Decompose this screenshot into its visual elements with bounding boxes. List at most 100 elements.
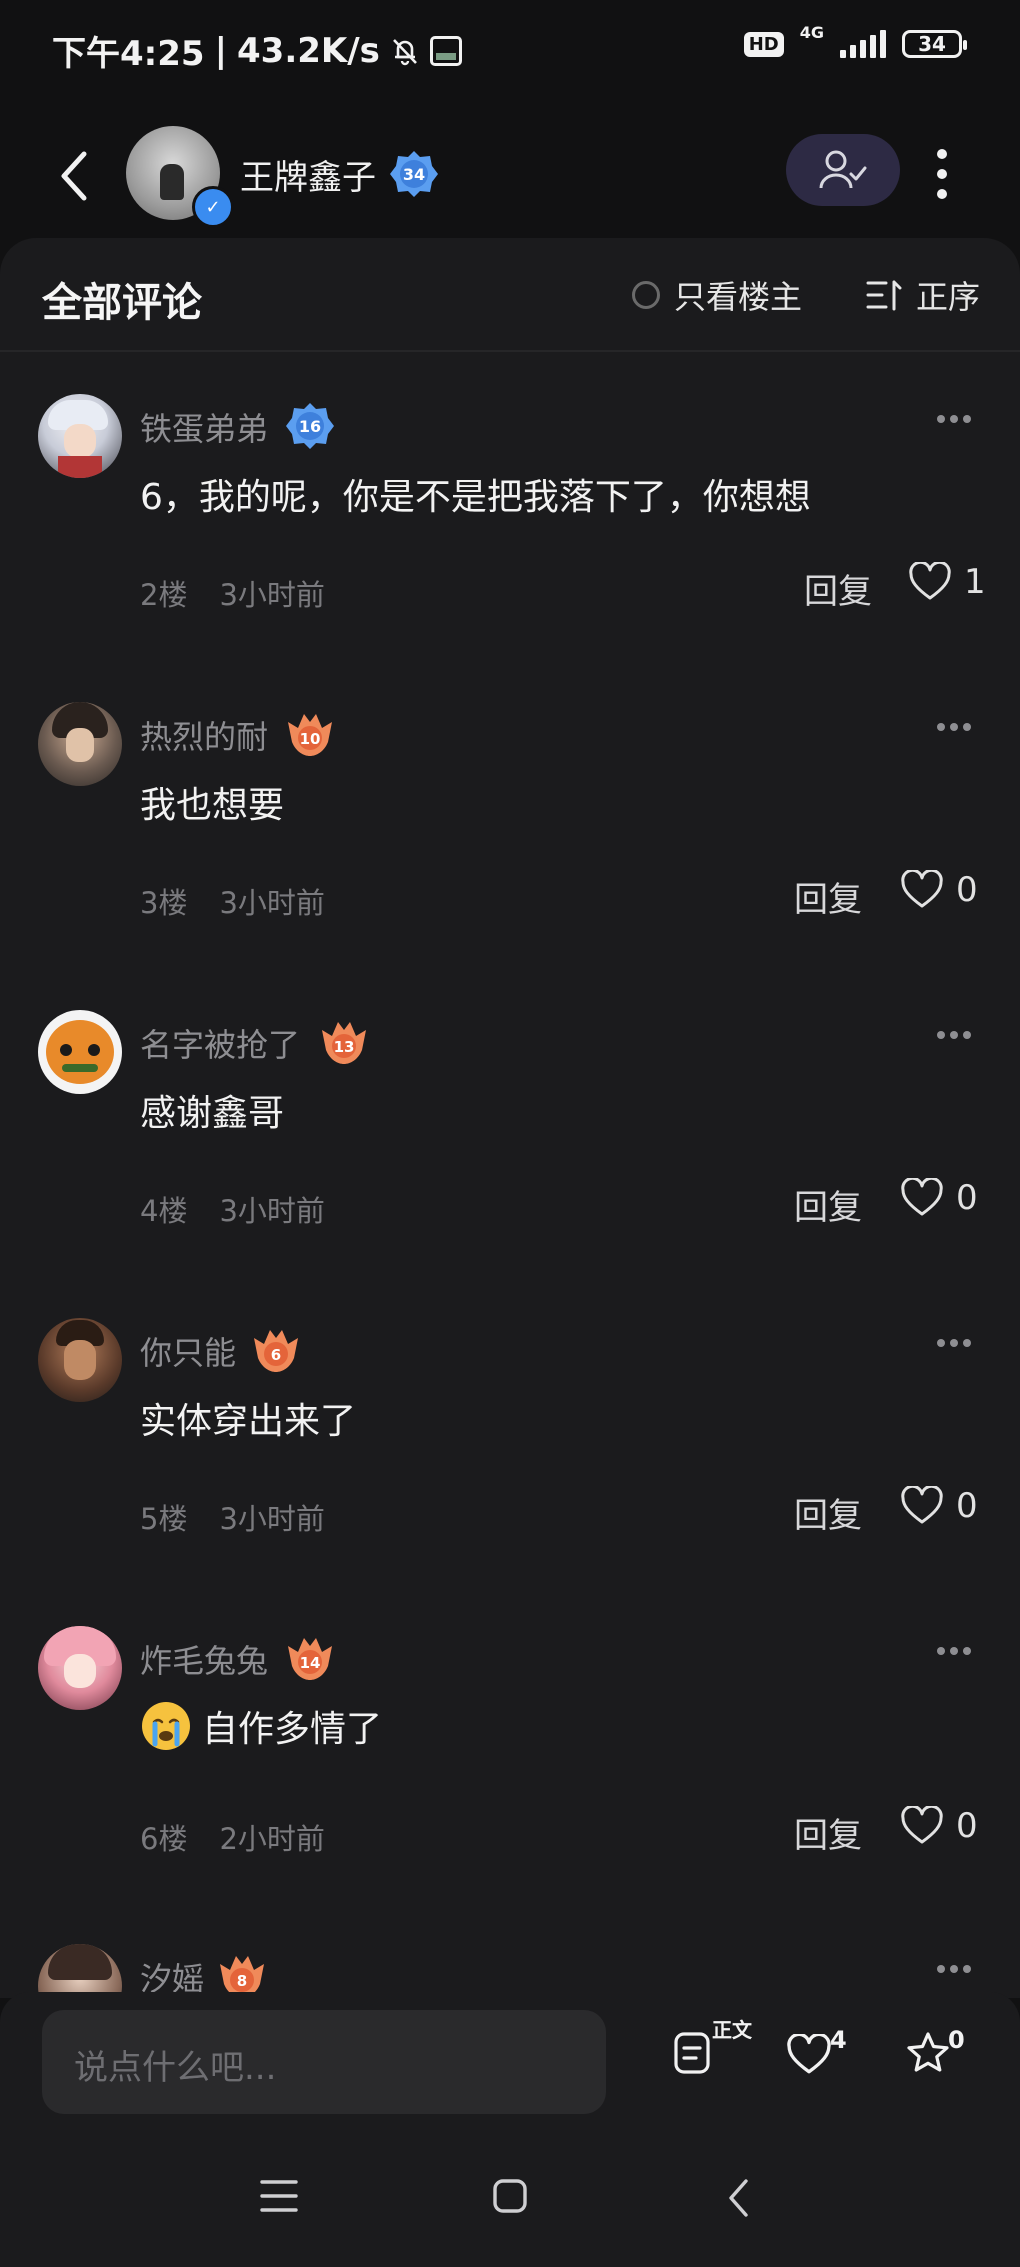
user-check-icon <box>819 150 867 189</box>
battery-level: 34 <box>918 32 946 56</box>
commenter-name[interactable]: 铁蛋弟弟 <box>140 404 268 450</box>
level-badge: 14 <box>284 1632 336 1688</box>
comment-text: 6，我的呢，你是不是把我落下了，你想想 <box>140 468 811 520</box>
signal-icon <box>840 30 886 58</box>
battery-icon: 34 <box>902 30 967 58</box>
comments-panel: 全部评论 只看楼主 正序 铁蛋弟弟 16 6，我的呢，你是不是把我落下了，你想想… <box>0 238 1020 1998</box>
reply-button[interactable]: 回复 <box>794 1808 862 1857</box>
heart-icon <box>901 870 943 908</box>
status-divider: | <box>214 30 227 71</box>
more-icon[interactable] <box>936 1964 972 1974</box>
article-button[interactable] <box>672 2030 714 2080</box>
like-post-button[interactable] <box>786 2032 832 2080</box>
comment-time: 3小时前 <box>219 886 325 920</box>
favorite-button[interactable] <box>904 2030 952 2080</box>
comment-input[interactable]: 说点什么吧... <box>42 2010 606 2114</box>
reply-button[interactable]: 回复 <box>794 1180 862 1229</box>
commenter-avatar[interactable] <box>38 394 122 478</box>
commenter-name[interactable]: 炸毛兔兔 <box>140 1636 268 1682</box>
status-time: 下午4:25 <box>52 34 205 74</box>
comment-input-placeholder: 说点什么吧... <box>74 2048 277 2088</box>
comment-meta: 3楼 3小时前 <box>140 880 325 922</box>
comment-text: 实体穿出来了 <box>140 1392 356 1444</box>
reply-button[interactable]: 回复 <box>804 564 872 613</box>
document-icon <box>674 2032 710 2074</box>
commenter-name[interactable]: 名字被抢了 <box>140 1020 300 1066</box>
article-label: 正文 <box>712 2018 752 2042</box>
level-shield-icon: 14 <box>288 1638 332 1680</box>
comment-time: 3小时前 <box>219 1502 325 1536</box>
only-host-toggle[interactable]: 只看楼主 <box>632 272 802 318</box>
heart-icon <box>901 1178 943 1216</box>
only-host-label: 只看楼主 <box>674 278 803 316</box>
more-icon[interactable] <box>936 1030 972 1040</box>
commenter-avatar[interactable] <box>38 1626 122 1710</box>
menu-icon[interactable] <box>260 2178 298 2214</box>
level-badge: 6 <box>250 1324 302 1380</box>
level-shield-icon: 8 <box>220 1956 264 1998</box>
more-vertical-icon[interactable] <box>930 146 954 202</box>
floor-number: 4楼 <box>140 1194 188 1228</box>
like-count: 0 <box>956 870 978 910</box>
sort-icon <box>866 280 902 311</box>
author-name[interactable]: 王牌鑫子 <box>240 150 376 199</box>
more-icon[interactable] <box>936 414 972 424</box>
comment-text: 感谢鑫哥 <box>140 1084 284 1136</box>
mute-bell-icon <box>392 38 417 65</box>
followed-button[interactable] <box>786 134 900 206</box>
commenter-avatar[interactable] <box>38 1318 122 1402</box>
comment-meta: 4楼 3小时前 <box>140 1188 325 1230</box>
more-icon[interactable] <box>936 722 972 732</box>
back-arrow-icon[interactable] <box>50 146 100 206</box>
like-button[interactable]: 1 <box>908 562 986 602</box>
commenter-name[interactable]: 热烈的耐 <box>140 712 268 758</box>
level-shield-icon: 10 <box>288 714 332 756</box>
reply-button[interactable]: 回复 <box>794 872 862 921</box>
level-shield-icon: 6 <box>254 1330 298 1372</box>
like-count: 0 <box>956 1178 978 1218</box>
comment-body: 我也想要 <box>140 785 285 826</box>
comment-input-bar: 说点什么吧... 正文 4 0 <box>0 1992 1020 2132</box>
sort-toggle[interactable]: 正序 <box>866 272 980 318</box>
more-icon[interactable] <box>936 1646 972 1656</box>
hd-icon: HD <box>743 31 784 57</box>
status-right: HD 4G 34 <box>743 23 967 58</box>
heart-icon <box>787 2032 831 2074</box>
level-badge: 16 <box>284 400 336 456</box>
floor-number: 2楼 <box>140 578 188 612</box>
home-icon[interactable] <box>492 2178 528 2214</box>
commenter-name[interactable]: 你只能 <box>140 1328 236 1374</box>
author-level-text: 34 <box>403 165 425 184</box>
floor-number: 6楼 <box>140 1822 188 1856</box>
level-text: 6 <box>271 1346 281 1364</box>
like-button[interactable]: 0 <box>900 870 978 910</box>
level-text: 14 <box>300 1654 321 1672</box>
comment-meta: 5楼 3小时前 <box>140 1496 325 1538</box>
comment-time: 3小时前 <box>219 578 325 612</box>
like-button[interactable]: 0 <box>900 1486 978 1526</box>
like-button[interactable]: 0 <box>900 1178 978 1218</box>
commenter-avatar[interactable] <box>38 1944 122 1998</box>
more-icon[interactable] <box>936 1338 972 1348</box>
comment-time: 3小时前 <box>219 1194 325 1228</box>
verified-badge-icon: ✓ <box>192 186 234 228</box>
network-type: 4G <box>799 22 824 42</box>
back-icon[interactable] <box>726 2178 752 2218</box>
level-text: 8 <box>237 1972 247 1990</box>
post-favorite-count: 0 <box>948 2026 965 2054</box>
radio-icon <box>632 281 660 309</box>
sim-card-icon <box>429 35 462 66</box>
commenter-avatar[interactable] <box>38 702 122 786</box>
like-button[interactable]: 0 <box>900 1806 978 1846</box>
commenter-avatar[interactable] <box>38 1010 122 1094</box>
floor-number: 3楼 <box>140 886 188 920</box>
level-badge: 8 <box>216 1950 268 1998</box>
level-badge: 10 <box>284 708 336 764</box>
like-count: 0 <box>956 1806 978 1846</box>
comment-body: 自作多情了 <box>202 1709 383 1750</box>
comment-item: 铁蛋弟弟 16 6，我的呢，你是不是把我落下了，你想想 2楼 3小时前 回复 1 <box>0 384 1020 692</box>
status-speed: 43.2K/s <box>237 30 380 71</box>
comment-item: 汐媱 8 <box>0 1934 1020 1998</box>
heart-icon <box>901 1486 943 1524</box>
reply-button[interactable]: 回复 <box>794 1488 862 1537</box>
